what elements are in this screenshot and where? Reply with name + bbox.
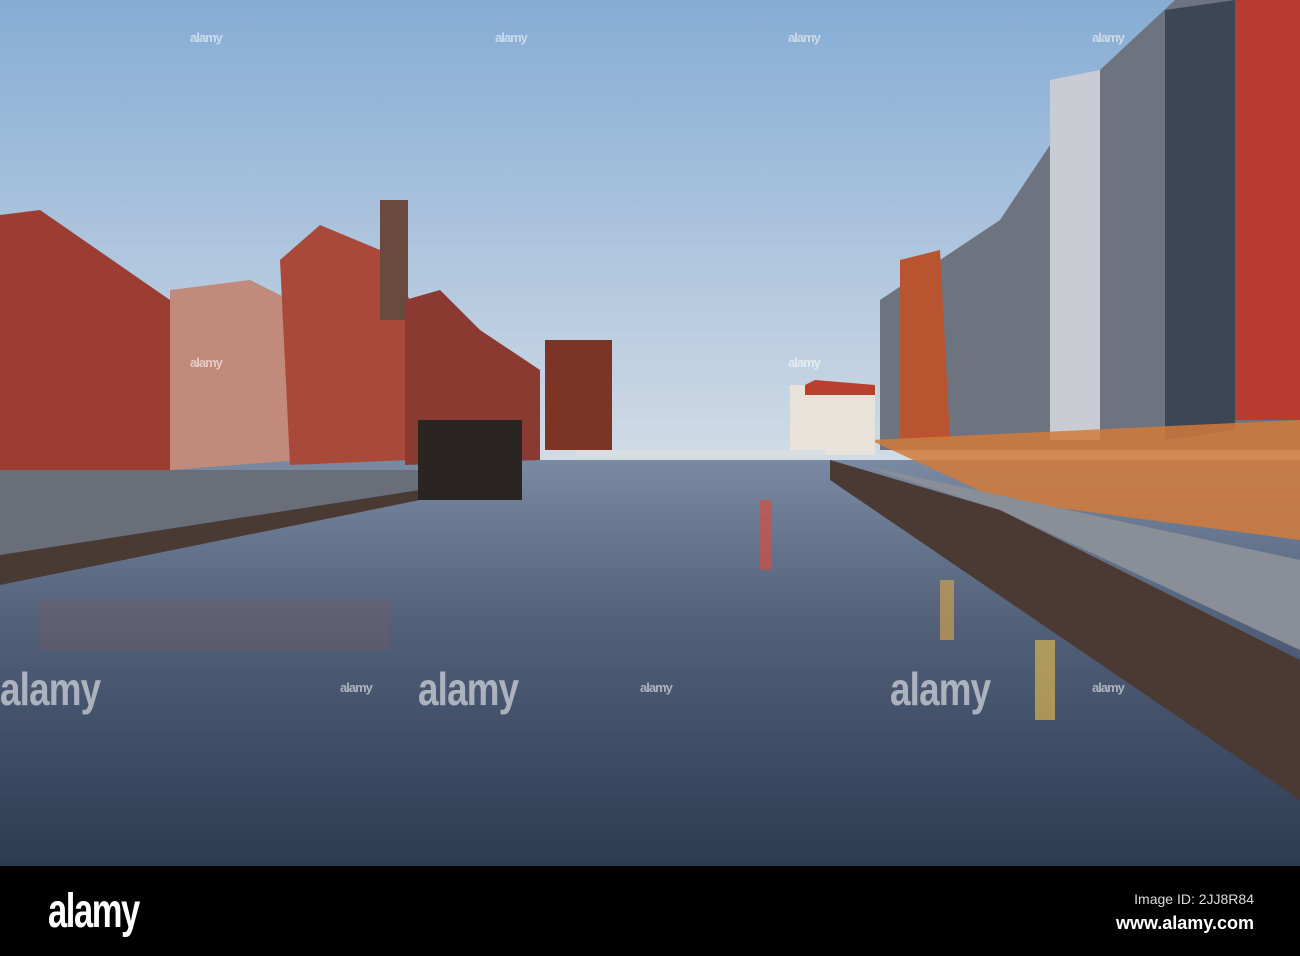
gdansk-riverfront-photo <box>0 0 1300 866</box>
watermark: alamy <box>0 663 101 715</box>
watermark: alamy <box>640 680 673 695</box>
watermark: alamy <box>1092 680 1125 695</box>
watermark: alamy <box>418 663 519 715</box>
alamy-logo: alamy <box>48 885 140 938</box>
watermark: alamy <box>1092 30 1125 45</box>
watermark: alamy <box>788 355 821 370</box>
watermark: alamy <box>890 663 991 715</box>
watermark: alamy <box>495 30 528 45</box>
image-id: Image ID: 2JJ8R84 <box>1134 891 1254 907</box>
watermark: alamy <box>340 680 373 695</box>
stock-photo: alamy alamy alamy alamy alamy alamy alam… <box>0 0 1300 956</box>
watermark: alamy <box>190 355 223 370</box>
footer-bar: alamy Image ID: 2JJ8R84 www.alamy.com <box>0 866 1300 956</box>
watermark: alamy <box>788 30 821 45</box>
site-url: www.alamy.com <box>1115 913 1254 933</box>
watermark: alamy <box>190 30 223 45</box>
ships <box>418 420 522 500</box>
